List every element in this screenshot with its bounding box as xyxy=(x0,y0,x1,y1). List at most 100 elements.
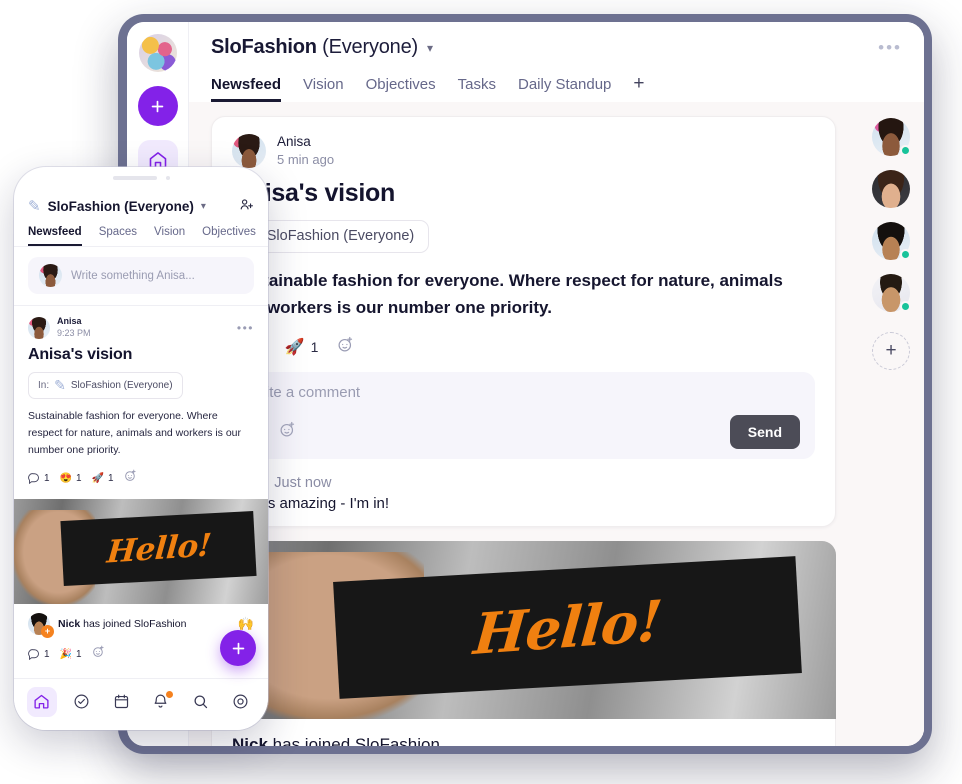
add-person-icon[interactable] xyxy=(239,197,254,215)
comment-text: This is amazing - I'm in! xyxy=(232,494,390,512)
comment-timestamp: Just now xyxy=(274,474,332,491)
reaction-count: 1 xyxy=(310,338,319,355)
mobile-join-message: Nick has joined SloFashion xyxy=(58,618,186,630)
mobile-join-row: + Nick has joined SloFashion 🙌 xyxy=(28,613,254,639)
mobile-tab-spaces[interactable]: Spaces xyxy=(99,226,137,246)
mobile-app-mockup: ✎ SloFashion (Everyone) ▾ Newsfeed Space… xyxy=(14,167,268,730)
mobile-post-card: Anisa 9:23 PM ••• Anisa's vision In: ✎ S… xyxy=(14,306,268,487)
chevron-down-icon[interactable]: ▾ xyxy=(427,41,433,55)
post-header: Anisa 5 min ago xyxy=(232,133,815,169)
screenshot-stage: SloFashion (Everyone) ▾ ••• Newsfeed Vis… xyxy=(0,0,962,784)
hello-sign-text: Hello! xyxy=(470,587,664,669)
space-mark-icon: ✎ xyxy=(54,377,66,394)
reaction-count: 1 xyxy=(76,648,82,660)
tab-daily-standup[interactable]: Daily Standup xyxy=(518,76,611,102)
add-reaction-icon[interactable] xyxy=(337,336,354,358)
avatar[interactable] xyxy=(872,222,911,260)
online-status-dot xyxy=(900,145,911,156)
mobile-chip-label: SloFashion (Everyone) xyxy=(70,380,173,392)
plus-icon[interactable]: + xyxy=(872,332,910,370)
tab-newsfeed[interactable]: Newsfeed xyxy=(211,76,281,102)
more-horizontal-icon[interactable]: ••• xyxy=(878,38,902,58)
reaction-rocket[interactable]: 🚀 1 xyxy=(92,473,114,484)
comment-item: Arav Just now This is amazing - I'm in! xyxy=(232,475,815,512)
post-space-chip-label: SloFashion (Everyone) xyxy=(266,228,415,245)
reaction-emoji: 🚀 xyxy=(91,472,105,484)
chevron-down-icon[interactable]: ▾ xyxy=(201,201,206,212)
join-card-body: Nick has joined SloFashion xyxy=(211,718,836,746)
hello-sign: Hello! xyxy=(333,556,802,700)
comment-count: 1 xyxy=(44,648,50,660)
reaction-emoji: 😍 xyxy=(59,472,73,484)
join-person-name: Nick xyxy=(232,734,268,746)
mobile-post-hero-image: Hello! xyxy=(14,499,268,605)
tab-objectives[interactable]: Objectives xyxy=(366,76,436,102)
front-camera-icon xyxy=(165,176,170,180)
reaction-party[interactable]: 🎉 1 xyxy=(60,649,82,660)
mobile-tab-newsfeed[interactable]: Newsfeed xyxy=(28,226,82,246)
create-post-fab[interactable] xyxy=(220,630,256,666)
nav-tasks-button[interactable] xyxy=(66,687,96,717)
mobile-bottom-nav xyxy=(14,678,268,730)
add-reaction-icon[interactable] xyxy=(124,469,137,487)
add-reaction-icon[interactable] xyxy=(279,421,296,443)
space-mark-icon: ✎ xyxy=(28,198,41,215)
phone-notch xyxy=(14,167,268,189)
newsfeed-list: Anisa 5 min ago Anisa's vision ✎ SloFash… xyxy=(189,102,858,746)
add-reaction-icon[interactable] xyxy=(92,645,105,663)
avatar[interactable]: + xyxy=(28,613,54,639)
tab-vision[interactable]: Vision xyxy=(303,76,344,102)
comment-count: 1 xyxy=(44,472,50,484)
reaction-heart-eyes[interactable]: 😍 1 xyxy=(60,473,82,484)
post-timestamp: 5 min ago xyxy=(277,152,335,168)
feed-area: Anisa 5 min ago Anisa's vision ✎ SloFash… xyxy=(189,102,924,746)
mobile-tab-vision[interactable]: Vision xyxy=(154,226,185,246)
avatar[interactable] xyxy=(28,316,50,339)
post-body-text: Sustainable fashion for everyone. Where … xyxy=(232,270,783,318)
mobile-post-space-chip[interactable]: In: ✎ SloFashion (Everyone) xyxy=(28,372,183,400)
workspace-logo-icon[interactable] xyxy=(138,34,177,72)
mobile-post-author: Anisa xyxy=(57,316,82,326)
nav-calendar-button[interactable] xyxy=(106,687,136,717)
main-column: SloFashion (Everyone) ▾ ••• Newsfeed Vis… xyxy=(189,22,924,746)
comment-composer[interactable]: Write a comment Send xyxy=(232,371,815,459)
post-reactions: 😍 1 🚀 1 xyxy=(232,336,815,358)
mobile-composer-input[interactable]: Write something Anisa... xyxy=(71,270,195,282)
mobile-post-title: Anisa's vision xyxy=(28,346,133,364)
plus-badge-icon: + xyxy=(41,625,54,639)
mobile-chip-prefix: In: xyxy=(38,380,50,392)
avatar[interactable] xyxy=(232,133,266,168)
speaker-grille-icon xyxy=(112,176,157,180)
avatar[interactable] xyxy=(872,274,911,312)
avatar[interactable] xyxy=(872,170,910,208)
mobile-tab-objectives[interactable]: Objectives xyxy=(202,226,256,246)
nav-notifications-button[interactable] xyxy=(146,687,176,717)
people-sidebar: + xyxy=(858,102,924,746)
mobile-post-header: Anisa 9:23 PM ••• xyxy=(28,316,254,339)
reaction-rocket[interactable]: 🚀 1 xyxy=(285,337,319,357)
workspace-title: SloFashion (Everyone) xyxy=(211,36,418,59)
reaction-emoji: 🚀 xyxy=(284,338,305,356)
post-hero-image: Hello! xyxy=(211,540,836,719)
plus-icon[interactable] xyxy=(137,86,178,126)
comment-icon[interactable]: 1 xyxy=(28,648,50,661)
workspace-title-bold: SloFashion xyxy=(211,36,317,58)
avatar[interactable] xyxy=(872,118,911,156)
comment-icon[interactable]: 1 xyxy=(28,472,50,485)
more-horizontal-icon[interactable]: ••• xyxy=(237,321,254,335)
reaction-count: 1 xyxy=(108,472,114,484)
tab-tasks[interactable]: Tasks xyxy=(458,76,496,102)
add-tab-button[interactable]: + xyxy=(633,73,644,102)
online-status-dot xyxy=(900,301,911,312)
mobile-composer[interactable]: Write something Anisa... xyxy=(28,257,254,294)
avatar xyxy=(39,264,62,287)
reaction-count: 1 xyxy=(76,472,82,484)
mobile-workspace-title: SloFashion (Everyone) xyxy=(47,198,194,214)
join-message: Nick has joined SloFashion xyxy=(232,735,815,746)
nav-profile-button[interactable] xyxy=(225,687,255,717)
notification-badge xyxy=(165,690,173,698)
nav-search-button[interactable] xyxy=(185,687,215,717)
send-button[interactable]: Send xyxy=(729,414,800,449)
comment-input[interactable]: Write a comment xyxy=(247,384,800,401)
nav-home-button[interactable] xyxy=(26,686,57,717)
